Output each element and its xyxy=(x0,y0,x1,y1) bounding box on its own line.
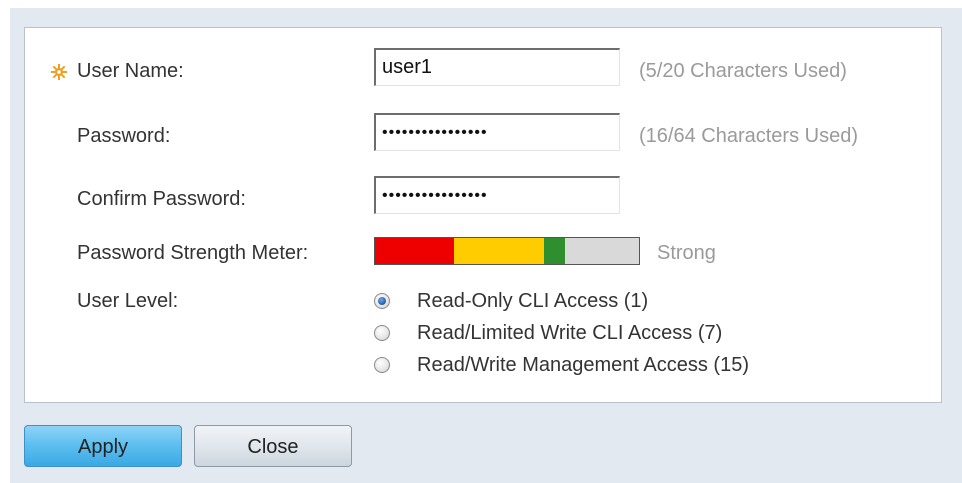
password-input[interactable] xyxy=(374,113,620,151)
strength-segment-yellow xyxy=(454,238,544,264)
strength-segment-green xyxy=(543,238,566,264)
password-strength-meter xyxy=(374,237,640,265)
required-field-star-icon xyxy=(51,64,67,80)
user-name-input[interactable] xyxy=(374,48,620,86)
radio-button-limited-write[interactable] xyxy=(374,325,390,341)
user-level-label: User Level: xyxy=(77,290,179,312)
password-strength-text: Strong xyxy=(657,242,716,264)
password-strength-label: Password Strength Meter: xyxy=(77,242,309,264)
user-level-option-limited-write[interactable]: Read/Limited Write CLI Access (7) xyxy=(374,319,722,347)
user-level-option-read-write-management[interactable]: Read/Write Management Access (15) xyxy=(374,351,749,379)
radio-button-read-write-management[interactable] xyxy=(374,357,390,373)
user-name-char-count: (5/20 Characters Used) xyxy=(639,60,847,82)
radio-label-read-write-management: Read/Write Management Access (15) xyxy=(417,353,750,376)
radio-label-limited-write: Read/Limited Write CLI Access (7) xyxy=(417,321,723,344)
close-button[interactable]: Close xyxy=(194,425,352,467)
user-level-option-read-only[interactable]: Read-Only CLI Access (1) xyxy=(374,287,648,315)
confirm-password-input[interactable] xyxy=(374,176,620,214)
apply-button[interactable]: Apply xyxy=(24,425,182,467)
user-name-label: User Name: xyxy=(77,60,184,82)
strength-segment-red xyxy=(375,238,455,264)
user-account-form-panel: User Name: (5/20 Characters Used) Passwo… xyxy=(24,27,942,403)
confirm-password-label: Confirm Password: xyxy=(77,188,246,210)
radio-button-read-only[interactable] xyxy=(374,293,390,309)
password-label: Password: xyxy=(77,125,171,147)
radio-label-read-only: Read-Only CLI Access (1) xyxy=(417,289,649,312)
password-char-count: (16/64 Characters Used) xyxy=(639,125,858,147)
